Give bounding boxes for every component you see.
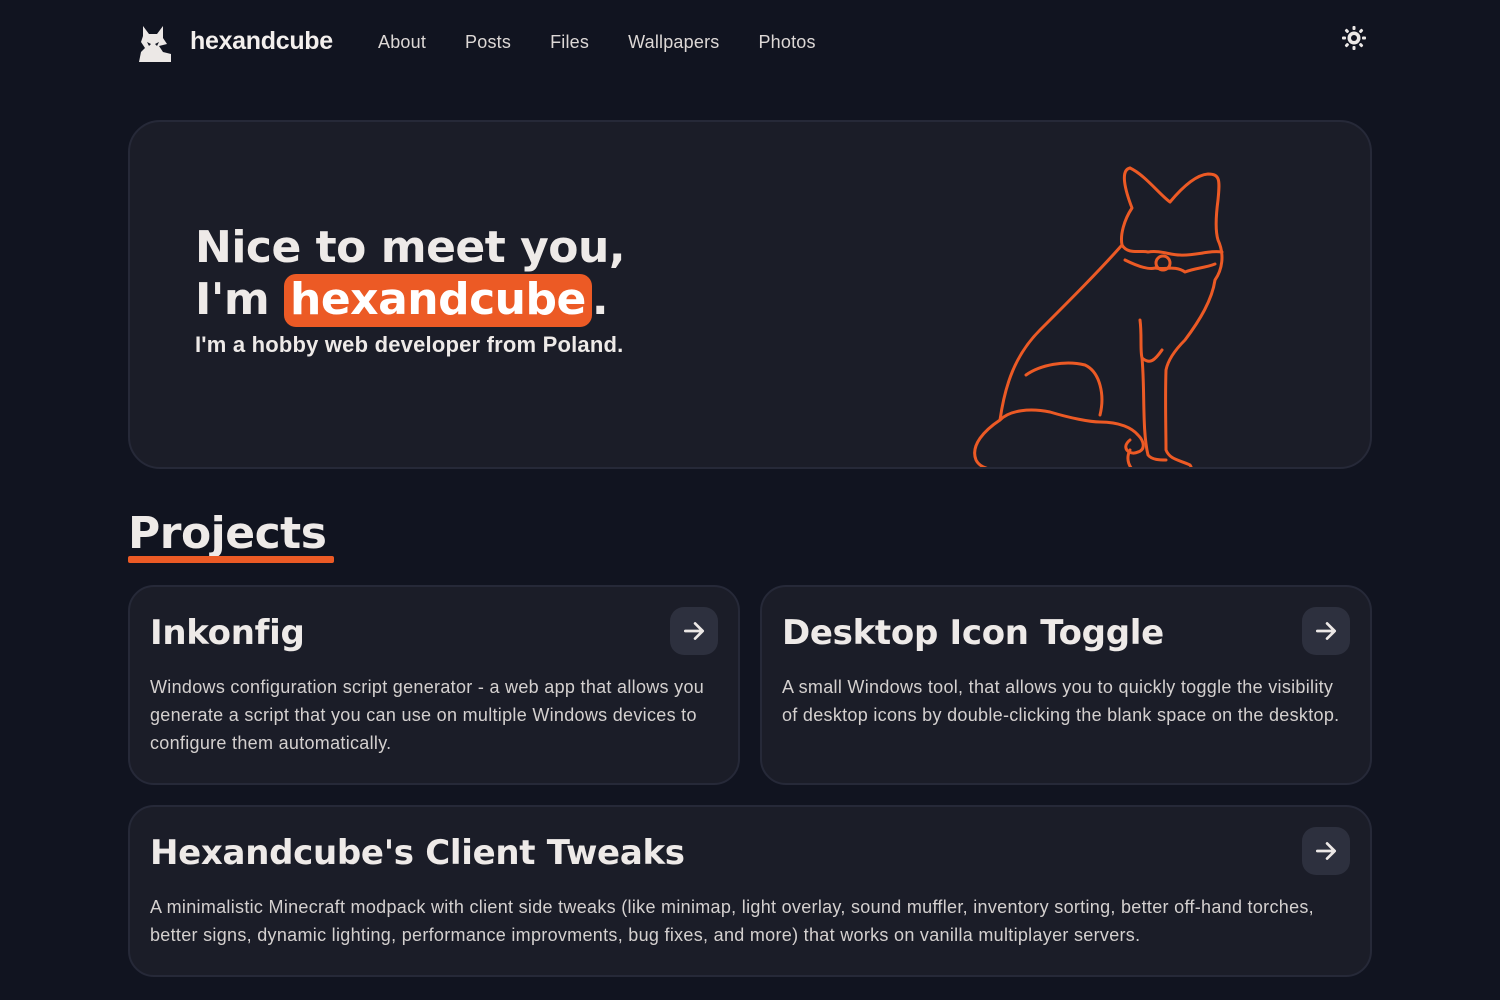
top-navigation: hexandcube About Posts Files Wallpapers …	[0, 0, 1500, 88]
hero-greeting: Nice to meet you,	[195, 222, 626, 273]
nav-link-files[interactable]: Files	[550, 32, 589, 53]
arrow-right-icon	[1315, 622, 1337, 640]
hero-card: Nice to meet you, I'm hexandcube. I'm a …	[128, 120, 1372, 469]
projects-heading: Projects	[128, 508, 327, 559]
project-title: Hexandcube's Client Tweaks	[150, 833, 685, 873]
project-open-button[interactable]	[1302, 827, 1350, 875]
nav-link-posts[interactable]: Posts	[465, 32, 511, 53]
project-title: Inkonfig	[150, 613, 305, 653]
nav-link-about[interactable]: About	[378, 32, 426, 53]
project-open-button[interactable]	[1302, 607, 1350, 655]
brand-link[interactable]: hexandcube	[190, 27, 333, 56]
arrow-right-icon	[1315, 842, 1337, 860]
project-card-client-tweaks[interactable]: Hexandcube's Client Tweaks A minimalisti…	[128, 805, 1372, 977]
nav-link-wallpapers[interactable]: Wallpapers	[628, 32, 719, 53]
arrow-right-icon	[683, 622, 705, 640]
project-open-button[interactable]	[670, 607, 718, 655]
project-description: A minimalistic Minecraft modpack with cl…	[150, 897, 1314, 945]
theme-toggle-button[interactable]	[1340, 24, 1368, 52]
nav-link-photos[interactable]: Photos	[758, 32, 815, 53]
project-card-inkonfig[interactable]: Inkonfig Windows configuration script ge…	[128, 585, 740, 785]
fox-logo-icon[interactable]	[137, 24, 173, 64]
nav-links: About Posts Files Wallpapers Photos	[378, 32, 855, 53]
projects-heading-underline	[128, 556, 334, 563]
hero-subtitle: I'm a hobby web developer from Poland.	[195, 332, 624, 357]
hero-name-prefix: I'm	[195, 274, 285, 325]
hero-name-highlight: hexandcube	[284, 274, 592, 327]
project-title: Desktop Icon Toggle	[782, 613, 1164, 653]
project-description: Windows configuration script generator -…	[150, 677, 705, 753]
fox-outline-illustration	[973, 166, 1224, 467]
project-description: A small Windows tool, that allows you to…	[782, 677, 1340, 725]
hero-name-suffix: .	[591, 274, 609, 325]
sun-icon	[1342, 26, 1366, 50]
hero-name-line: I'm hexandcube.	[195, 274, 609, 327]
project-card-desktop-icon-toggle[interactable]: Desktop Icon Toggle A small Windows tool…	[760, 585, 1372, 785]
